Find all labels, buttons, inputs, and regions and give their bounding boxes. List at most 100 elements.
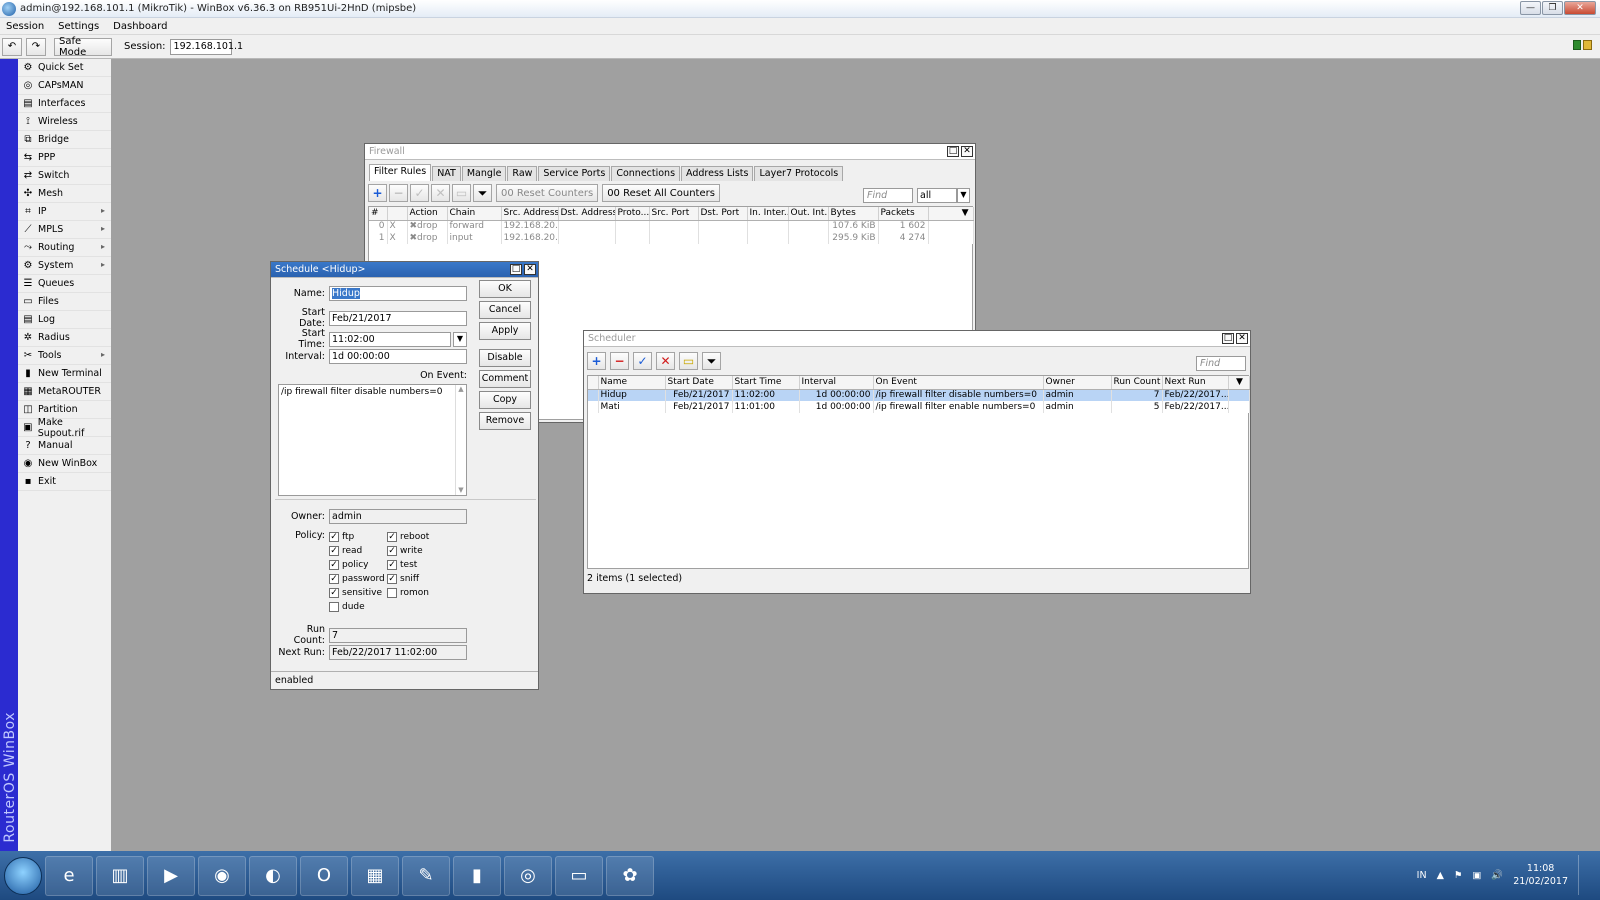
col-packets[interactable]: Packets	[878, 207, 929, 221]
sidebar-item-interfaces[interactable]: ▤ Interfaces	[18, 95, 111, 113]
sidebar-item-ip[interactable]: ⌗ IP ▸	[18, 203, 111, 221]
column-menu-icon[interactable]: ▼	[1228, 376, 1250, 390]
reset-counters-button[interactable]: 00 Reset Counters	[496, 184, 599, 202]
scheduler-find-input[interactable]: Find	[1196, 356, 1246, 371]
sidebar-item-queues[interactable]: ☰ Queues	[18, 275, 111, 293]
policy-password-checkbox[interactable]: ✓ password	[329, 572, 385, 586]
tab-connections[interactable]: Connections	[611, 166, 681, 181]
sidebar-item-tools[interactable]: ✂ Tools ▸	[18, 347, 111, 365]
copy-button[interactable]: Copy	[479, 391, 531, 409]
sidebar-item-switch[interactable]: ⇄ Switch	[18, 167, 111, 185]
minimize-button[interactable]: —	[1520, 1, 1541, 15]
col-in-interface[interactable]: In. Inter...	[747, 207, 789, 221]
sidebar-item-bridge[interactable]: ⧉ Bridge	[18, 131, 111, 149]
show-hidden-icon[interactable]: ▲	[1437, 870, 1444, 881]
sidebar-item-metarouter[interactable]: ▦ MetaROUTER	[18, 383, 111, 401]
tab-layer7-protocols[interactable]: Layer7 Protocols	[754, 166, 844, 181]
firewall-titlebar[interactable]: Firewall □ ✕	[365, 144, 975, 160]
tab-address-lists[interactable]: Address Lists	[681, 166, 754, 181]
close-icon[interactable]: ✕	[961, 146, 973, 157]
sidebar-item-winbox[interactable]: ◉ New WinBox	[18, 455, 111, 473]
undo-button[interactable]: ↶	[2, 37, 22, 56]
taskbar-tools-icon[interactable]: ✎	[402, 855, 450, 896]
col-src-port[interactable]: Src. Port	[649, 207, 699, 221]
firewall-filter-select[interactable]: all ▼	[917, 188, 970, 203]
sidebar-item-quick-set[interactable]: ⚙ Quick Set	[18, 59, 111, 77]
filter-icon[interactable]: ⏷	[473, 184, 492, 202]
schedule-titlebar[interactable]: Schedule <Hidup> □ ✕	[271, 262, 538, 278]
tab-raw[interactable]: Raw	[507, 166, 538, 181]
volume-icon[interactable]: 🔊	[1491, 870, 1503, 881]
on-event-textarea[interactable]: /ip firewall filter disable numbers=0 ▲ ▼	[278, 384, 467, 496]
col-start-date[interactable]: Start Date	[665, 376, 733, 390]
sidebar-item-files[interactable]: ▭ Files	[18, 293, 111, 311]
add-icon[interactable]: +	[368, 184, 387, 202]
table-row[interactable]: 1 X ✖drop input 192.168.20... 295.9 KiB 4 274	[369, 232, 974, 244]
policy-policy-checkbox[interactable]: ✓ policy	[329, 558, 385, 572]
table-row[interactable]: Mati Feb/21/2017 11:01:00 1d 00:00:00/ip fi…	[588, 401, 1250, 413]
taskbar-window-icon[interactable]: ▭	[555, 855, 603, 896]
maximize-icon[interactable]: □	[1222, 333, 1234, 344]
add-icon[interactable]: +	[587, 352, 606, 370]
close-icon[interactable]: ✕	[1236, 333, 1248, 344]
maximize-button[interactable]: ❐	[1542, 1, 1563, 15]
menu-dashboard[interactable]: Dashboard	[113, 21, 167, 32]
taskbar-paint-icon[interactable]: ✿	[606, 855, 654, 896]
firewall-find-input[interactable]: Find	[863, 188, 913, 203]
col-next-run[interactable]: Next Run	[1162, 376, 1229, 390]
taskbar-winbox-icon[interactable]: ◎	[504, 855, 552, 896]
sidebar-item-exit[interactable]: ▪ Exit	[18, 473, 111, 491]
flag-icon[interactable]: ⚑	[1454, 870, 1463, 881]
redo-button[interactable]: ↷	[26, 37, 46, 56]
table-row[interactable]: 0 X ✖drop forward 192.168.20... 107.6 KiB 1 60…	[369, 220, 974, 232]
sidebar-item-system[interactable]: ⚙ System ▸	[18, 257, 111, 275]
col-name[interactable]: Name	[598, 376, 666, 390]
sidebar-item-manual[interactable]: ? Manual	[18, 437, 111, 455]
taskbar-network-icon[interactable]: ▦	[351, 855, 399, 896]
col-out-interface[interactable]: Out. Int...	[788, 207, 829, 221]
remove-icon[interactable]: −	[610, 352, 629, 370]
sidebar-item-log[interactable]: ▤ Log	[18, 311, 111, 329]
col-on-event[interactable]: On Event	[873, 376, 1044, 390]
tab-nat[interactable]: NAT	[432, 166, 461, 181]
safe-mode-button[interactable]: Safe Mode	[54, 36, 112, 58]
policy-write-checkbox[interactable]: ✓ write	[387, 544, 429, 558]
dropdown-icon[interactable]: ▼	[957, 188, 970, 203]
start-time-field[interactable]: 11:02:00	[329, 331, 451, 347]
filter-icon[interactable]: ⏷	[702, 352, 721, 370]
col-interval[interactable]: Interval	[799, 376, 874, 390]
start-time-dropdown-icon[interactable]: ▼	[453, 331, 467, 347]
taskbar-ie-icon[interactable]: e	[45, 855, 93, 896]
col-start-time[interactable]: Start Time	[732, 376, 800, 390]
disable-icon[interactable]: ✕	[431, 184, 450, 202]
enable-icon[interactable]: ✓	[633, 352, 652, 370]
col-dst-address[interactable]: Dst. Address	[558, 207, 616, 221]
textarea-scrollbar[interactable]: ▲ ▼	[455, 385, 466, 495]
sidebar-item-routing[interactable]: ⤳ Routing ▸	[18, 239, 111, 257]
maximize-icon[interactable]: □	[510, 264, 522, 275]
apply-button[interactable]: Apply	[479, 322, 531, 340]
sidebar-item-capsman[interactable]: ◎ CAPsMAN	[18, 77, 111, 95]
start-button[interactable]	[4, 856, 42, 895]
col-run-count[interactable]: Run Count	[1111, 376, 1163, 390]
interval-field[interactable]: 1d 00:00:00	[329, 349, 467, 364]
menu-session[interactable]: Session	[6, 21, 44, 32]
taskbar-opera-icon[interactable]: O	[300, 855, 348, 896]
col-num[interactable]: #	[369, 207, 388, 221]
sidebar-item-terminal[interactable]: ▮ New Terminal	[18, 365, 111, 383]
col-owner[interactable]: Owner	[1043, 376, 1112, 390]
col-dst-port[interactable]: Dst. Port	[698, 207, 748, 221]
menu-settings[interactable]: Settings	[58, 21, 99, 32]
network-icon[interactable]: ▣	[1472, 870, 1481, 881]
policy-romon-checkbox[interactable]: romon	[387, 586, 429, 600]
sidebar-item-mesh[interactable]: ✣ Mesh	[18, 185, 111, 203]
tab-mangle[interactable]: Mangle	[461, 166, 507, 181]
taskbar-firefox-icon[interactable]: ◐	[249, 855, 297, 896]
remove-button[interactable]: Remove	[479, 412, 531, 430]
close-button[interactable]: ✕	[1564, 1, 1596, 15]
col-action[interactable]: Action	[407, 207, 448, 221]
disable-icon[interactable]: ✕	[656, 352, 675, 370]
taskbar-chrome-icon[interactable]: ◉	[198, 855, 246, 896]
comment-button[interactable]: Comment	[479, 370, 531, 388]
taskbar-explorer-icon[interactable]: ▥	[96, 855, 144, 896]
